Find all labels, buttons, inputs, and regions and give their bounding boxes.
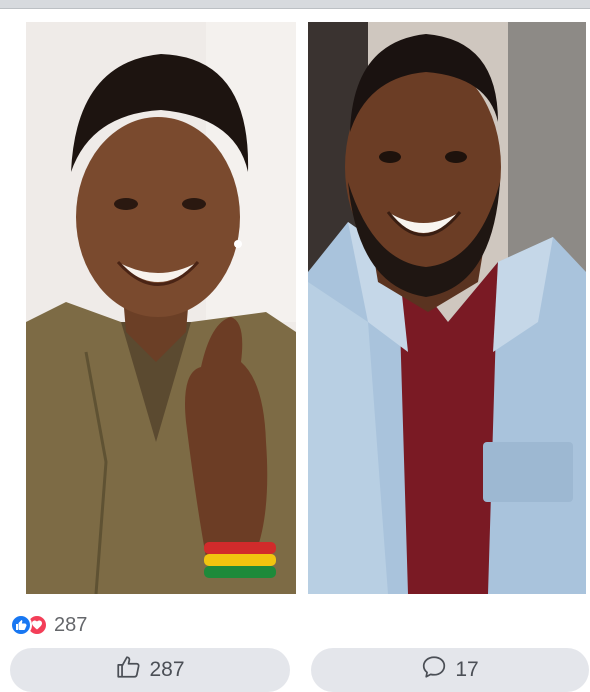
thumbs-up-outline-icon — [115, 654, 141, 686]
top-divider — [0, 0, 590, 9]
comment-count: 17 — [455, 658, 479, 681]
comment-bubble-icon — [421, 654, 447, 686]
like-button[interactable]: 287 — [10, 648, 290, 692]
comment-button[interactable]: 17 — [311, 648, 589, 692]
reactions-summary[interactable]: 287 — [10, 612, 87, 638]
photo-right-man-denim — [308, 22, 586, 594]
reaction-count: 287 — [54, 613, 88, 636]
post-image[interactable] — [24, 18, 586, 594]
like-count: 287 — [149, 658, 185, 681]
thumbs-up-icon — [10, 614, 32, 636]
photo-left-young-man — [26, 22, 296, 594]
